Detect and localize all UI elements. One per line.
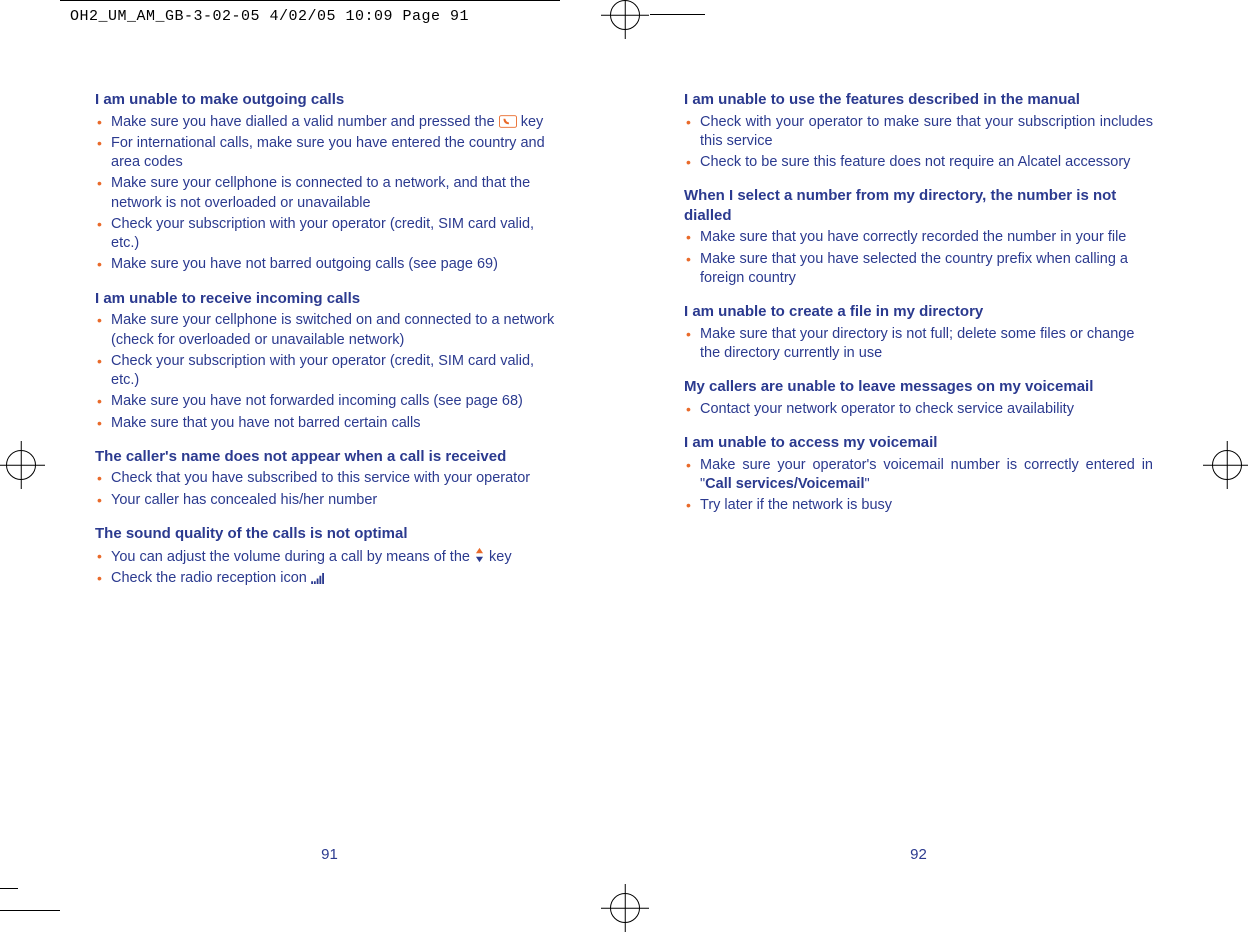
registration-mark-right	[1212, 450, 1242, 480]
list-item: You can adjust the volume during a call …	[95, 547, 564, 567]
list-item: Make sure that you have selected the cou…	[684, 250, 1153, 289]
section-heading: When I select a number from my directory…	[684, 186, 1153, 225]
section: I am unable to make outgoing calls Make s…	[95, 90, 564, 275]
folio-left: 91	[95, 846, 564, 863]
section: My callers are unable to leave messages …	[684, 377, 1153, 419]
section-heading: I am unable to use the features describe…	[684, 90, 1153, 110]
list-item: Make sure that your directory is not ful…	[684, 325, 1153, 364]
list-item: Contact your network operator to check s…	[684, 400, 1153, 419]
section: When I select a number from my directory…	[684, 186, 1153, 288]
list-item: Check with your operator to make sure th…	[684, 113, 1153, 152]
bullet-list: Make sure you have dialled a valid numbe…	[95, 113, 564, 275]
list-item: For international calls, make sure you h…	[95, 134, 564, 173]
page-left: I am unable to make outgoing calls Make s…	[95, 90, 564, 863]
bold-text: Call services/Voicemail	[705, 476, 864, 492]
bullet-list: Check that you have subscribed to this s…	[95, 469, 564, 510]
list-item: Make sure your cellphone is connected to…	[95, 174, 564, 213]
section: I am unable to access my voicemail Make s…	[684, 433, 1153, 515]
bullet-list: Check with your operator to make sure th…	[684, 113, 1153, 173]
list-item: Make sure that you have not barred certa…	[95, 414, 564, 433]
section-heading: I am unable to access my voicemail	[684, 433, 1153, 453]
section-heading: The caller's name does not appear when a…	[95, 447, 564, 467]
list-item: Check your subscription with your operat…	[95, 352, 564, 391]
section-heading: I am unable to receive incoming calls	[95, 289, 564, 309]
bullet-list: Make sure your operator's voicemail numb…	[684, 456, 1153, 516]
list-item: Try later if the network is busy	[684, 496, 1153, 515]
section: The sound quality of the calls is not op…	[95, 524, 564, 588]
call-key-icon	[499, 115, 517, 128]
section: I am unable to create a file in my direc…	[684, 302, 1153, 363]
signal-icon	[311, 573, 326, 584]
crop-line-bottom-left-2	[0, 910, 60, 911]
section: I am unable to receive incoming callsMak…	[95, 289, 564, 433]
list-item: Make sure your cellphone is switched on …	[95, 311, 564, 350]
list-item: Make sure that you have correctly record…	[684, 228, 1153, 247]
registration-mark-bottom	[610, 893, 640, 923]
crop-line-top-right	[650, 14, 705, 15]
list-item: Check to be sure this feature does not r…	[684, 153, 1153, 172]
list-item: Check that you have subscribed to this s…	[95, 469, 564, 488]
crop-line-bottom-left	[0, 888, 18, 889]
bullet-list: Make sure that your directory is not ful…	[684, 325, 1153, 364]
bullet-list: You can adjust the volume during a call …	[95, 547, 564, 589]
crop-box-top-left	[60, 0, 560, 21]
list-item: Make sure you have not forwarded incomin…	[95, 392, 564, 411]
list-item: Check your subscription with your operat…	[95, 215, 564, 254]
list-item: Make sure you have not barred outgoing c…	[95, 255, 564, 274]
list-item: Your caller has concealed his/her number	[95, 491, 564, 510]
list-item: Make sure your operator's voicemail numb…	[684, 456, 1153, 495]
list-item: Make sure you have dialled a valid numbe…	[95, 113, 564, 132]
section-heading: I am unable to create a file in my direc…	[684, 302, 1153, 322]
section: I am unable to use the features describe…	[684, 90, 1153, 172]
section-heading: My callers are unable to leave messages …	[684, 377, 1153, 397]
volume-key-icon	[474, 547, 485, 563]
section-heading: The sound quality of the calls is not op…	[95, 524, 564, 544]
folio-right: 92	[684, 846, 1153, 863]
list-item: Check the radio reception icon	[95, 569, 564, 588]
page-right: I am unable to use the features describe…	[684, 90, 1153, 863]
bullet-list: Contact your network operator to check s…	[684, 400, 1153, 419]
bullet-list: Make sure your cellphone is switched on …	[95, 311, 564, 433]
registration-mark-left	[6, 450, 36, 480]
page-spread: I am unable to make outgoing calls Make s…	[95, 90, 1153, 863]
bullet-list: Make sure that you have correctly record…	[684, 228, 1153, 288]
section-heading: I am unable to make outgoing calls	[95, 90, 564, 110]
registration-mark-top	[610, 0, 640, 30]
section: The caller's name does not appear when a…	[95, 447, 564, 510]
